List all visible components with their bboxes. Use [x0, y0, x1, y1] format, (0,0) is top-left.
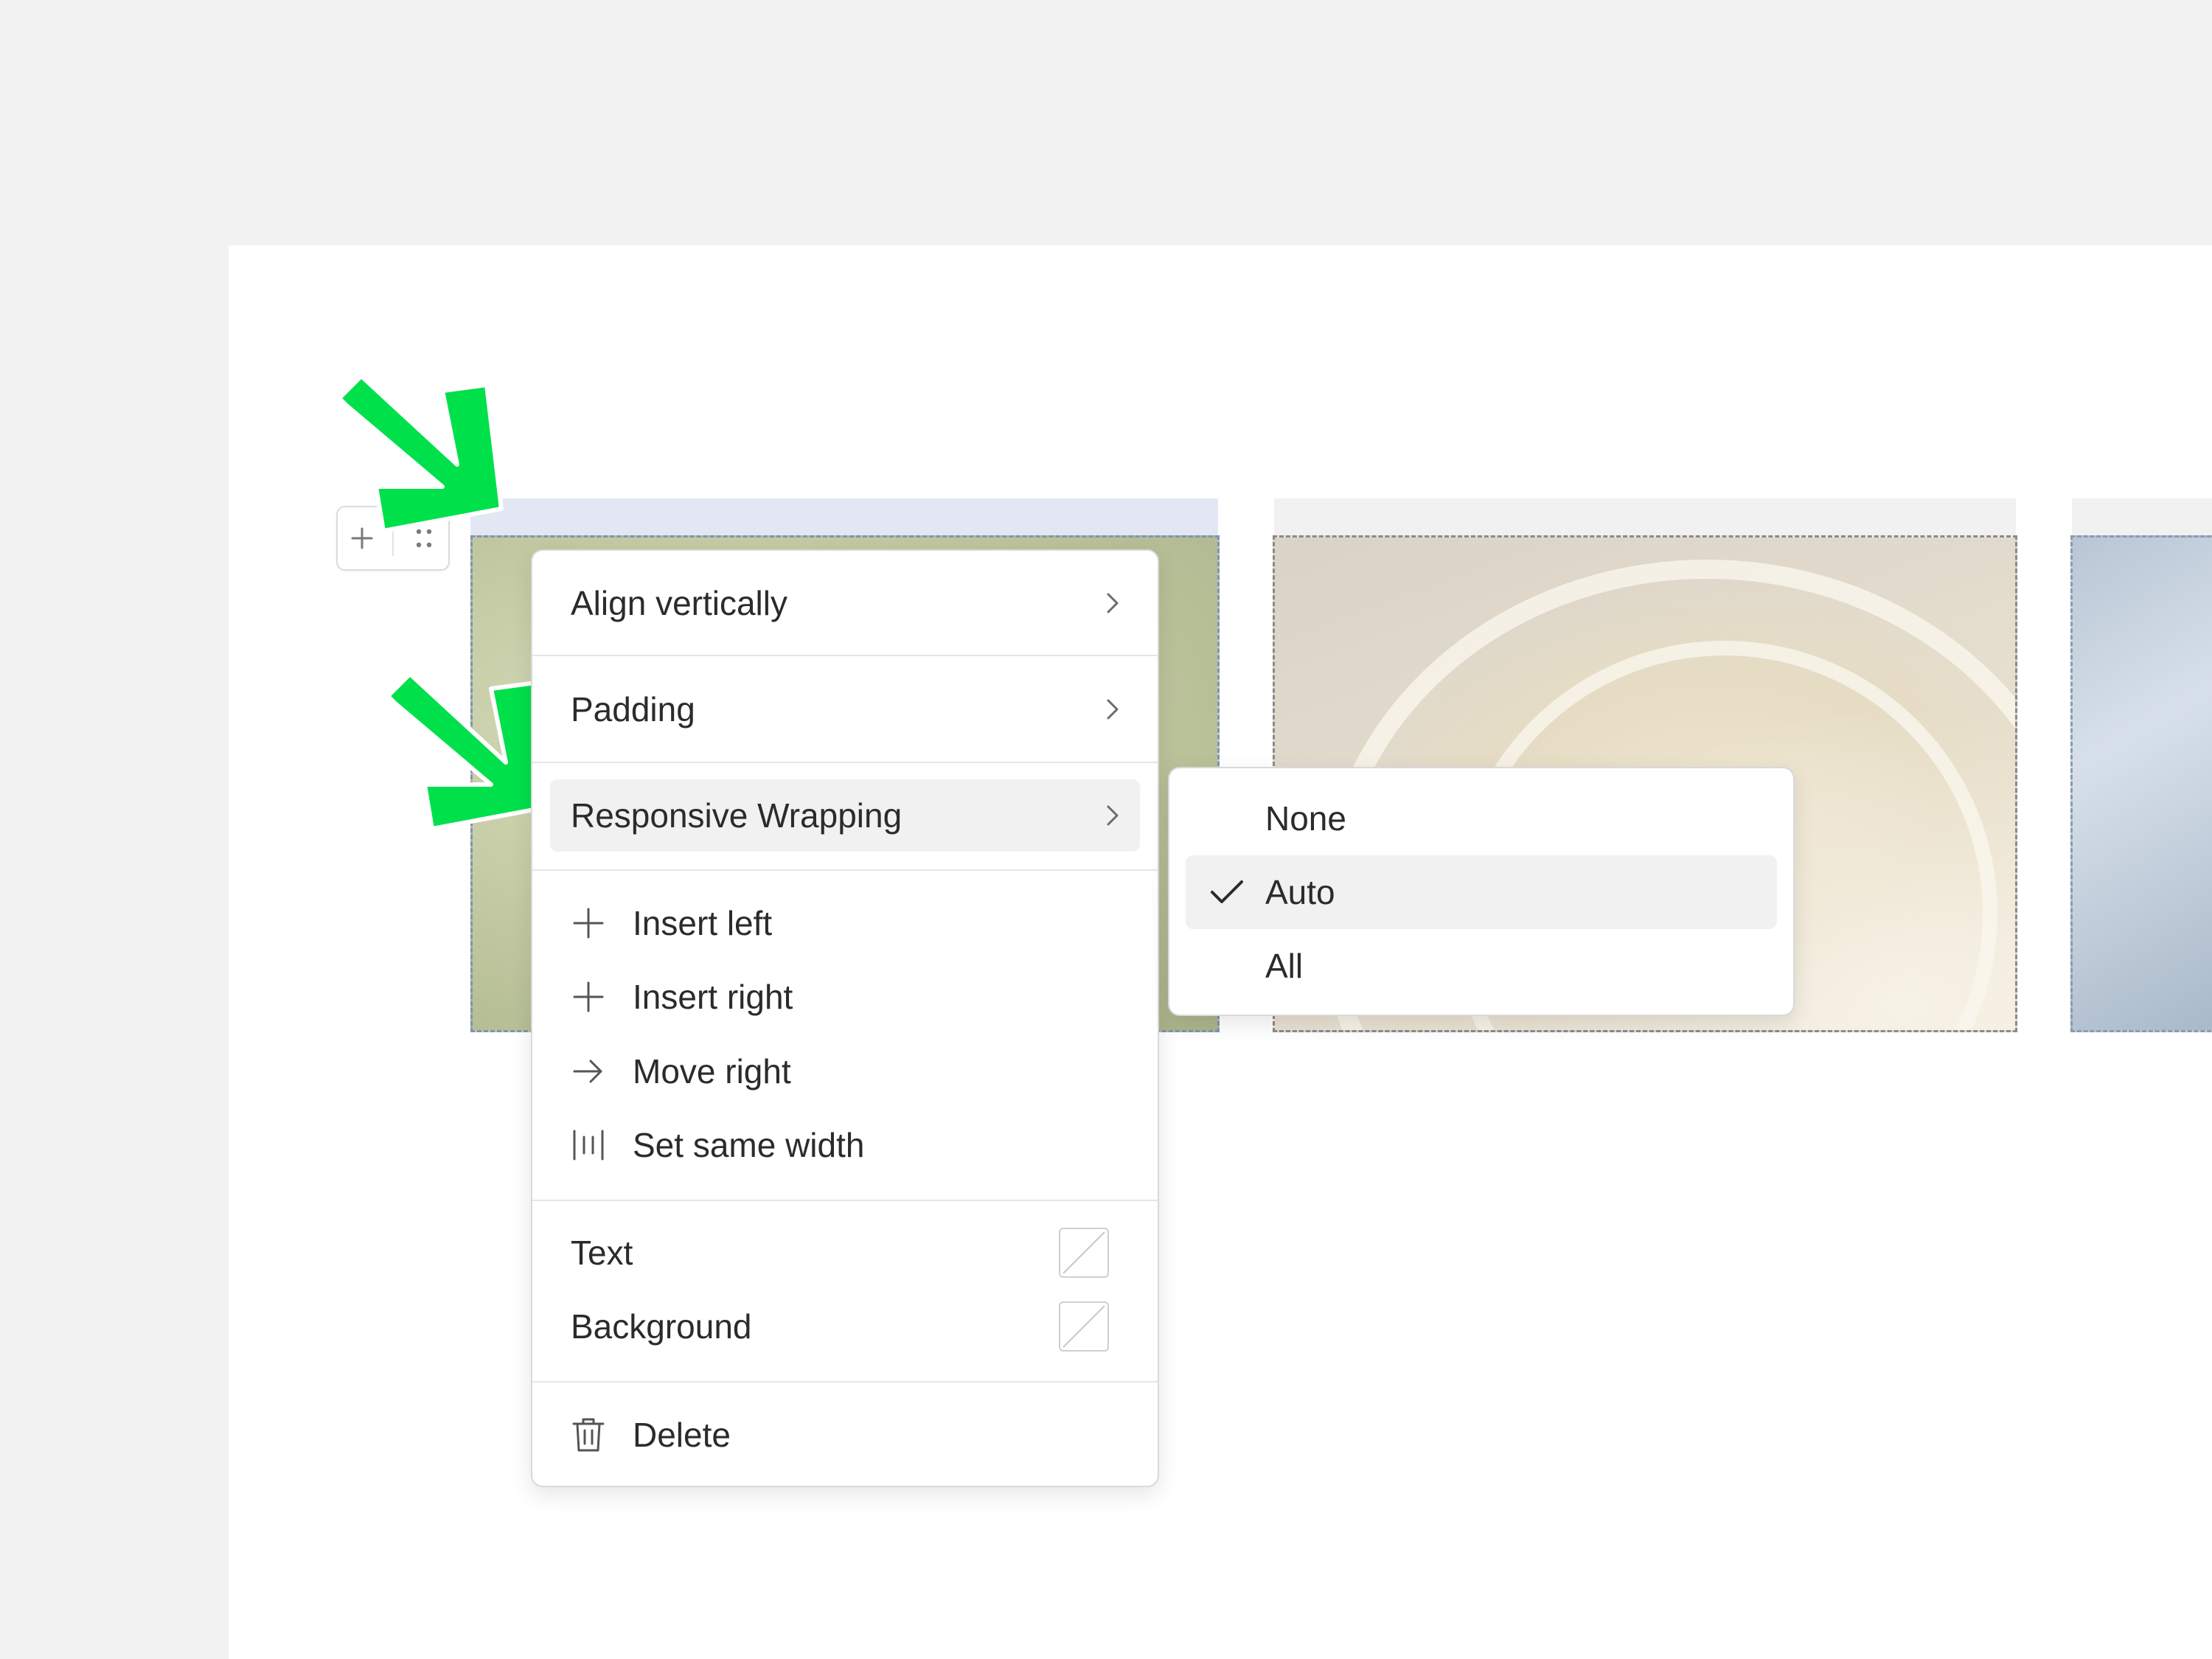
- menu-item-label: Insert left: [633, 904, 773, 942]
- menu-item-label: Align vertically: [571, 584, 787, 622]
- column-context-menu: Align vertically Padding Responsive Wrap…: [531, 549, 1159, 1487]
- plus-icon: [569, 904, 608, 942]
- menu-item-background-color[interactable]: Background: [550, 1290, 1140, 1363]
- menu-item-padding[interactable]: Padding: [550, 673, 1140, 745]
- menu-item-label: Set same width: [633, 1126, 865, 1164]
- background-color-swatch[interactable]: [1059, 1301, 1109, 1352]
- columns-equal-icon: [569, 1126, 608, 1164]
- menu-item-label: Padding: [571, 690, 695, 728]
- menu-item-label: Responsive Wrapping: [571, 796, 902, 835]
- check-icon: [1211, 880, 1243, 903]
- column-3-strip: [2072, 498, 2212, 535]
- menu-item-insert-right[interactable]: Insert right: [550, 961, 1140, 1033]
- wrapping-option-auto[interactable]: Auto: [1186, 855, 1777, 929]
- menu-divider: [532, 1381, 1158, 1382]
- menu-item-text-color[interactable]: Text: [550, 1217, 1140, 1289]
- menu-item-label: Background: [571, 1307, 752, 1346]
- option-label: Auto: [1265, 873, 1335, 911]
- plus-icon: [569, 978, 608, 1016]
- trash-icon: [569, 1416, 608, 1454]
- menu-divider: [532, 1200, 1158, 1201]
- annotation-arrow-icon: [337, 374, 504, 533]
- menu-item-delete[interactable]: Delete: [550, 1399, 1140, 1471]
- option-label: All: [1265, 947, 1304, 985]
- menu-item-set-same-width[interactable]: Set same width: [550, 1109, 1140, 1181]
- chevron-right-icon: [1107, 699, 1119, 720]
- menu-item-label: Insert right: [633, 978, 793, 1016]
- menu-divider: [532, 655, 1158, 656]
- menu-item-label: Delete: [633, 1416, 731, 1454]
- menu-item-responsive-wrapping[interactable]: Responsive Wrapping: [550, 779, 1140, 852]
- menu-item-insert-left[interactable]: Insert left: [550, 887, 1140, 959]
- column-2-strip: [1274, 498, 2016, 535]
- option-label: None: [1265, 799, 1346, 838]
- chevron-right-icon: [1107, 593, 1119, 613]
- menu-item-label: Text: [571, 1234, 633, 1272]
- text-color-swatch[interactable]: [1059, 1228, 1109, 1278]
- column-3-image[interactable]: [2070, 535, 2212, 1032]
- menu-item-label: Move right: [633, 1052, 791, 1091]
- menu-divider: [532, 869, 1158, 871]
- menu-item-align-vertically[interactable]: Align vertically: [550, 567, 1140, 639]
- wrapping-option-all[interactable]: All: [1186, 929, 1777, 1003]
- responsive-wrapping-submenu: None Auto All: [1168, 767, 1795, 1016]
- wrapping-option-none[interactable]: None: [1186, 782, 1777, 855]
- annotation-arrow-icon: [386, 672, 552, 831]
- chevron-right-icon: [1107, 805, 1119, 826]
- arrow-right-icon: [569, 1052, 608, 1091]
- column-1-selection-strip: [470, 498, 1218, 535]
- menu-divider: [532, 762, 1158, 763]
- menu-item-move-right[interactable]: Move right: [550, 1035, 1140, 1107]
